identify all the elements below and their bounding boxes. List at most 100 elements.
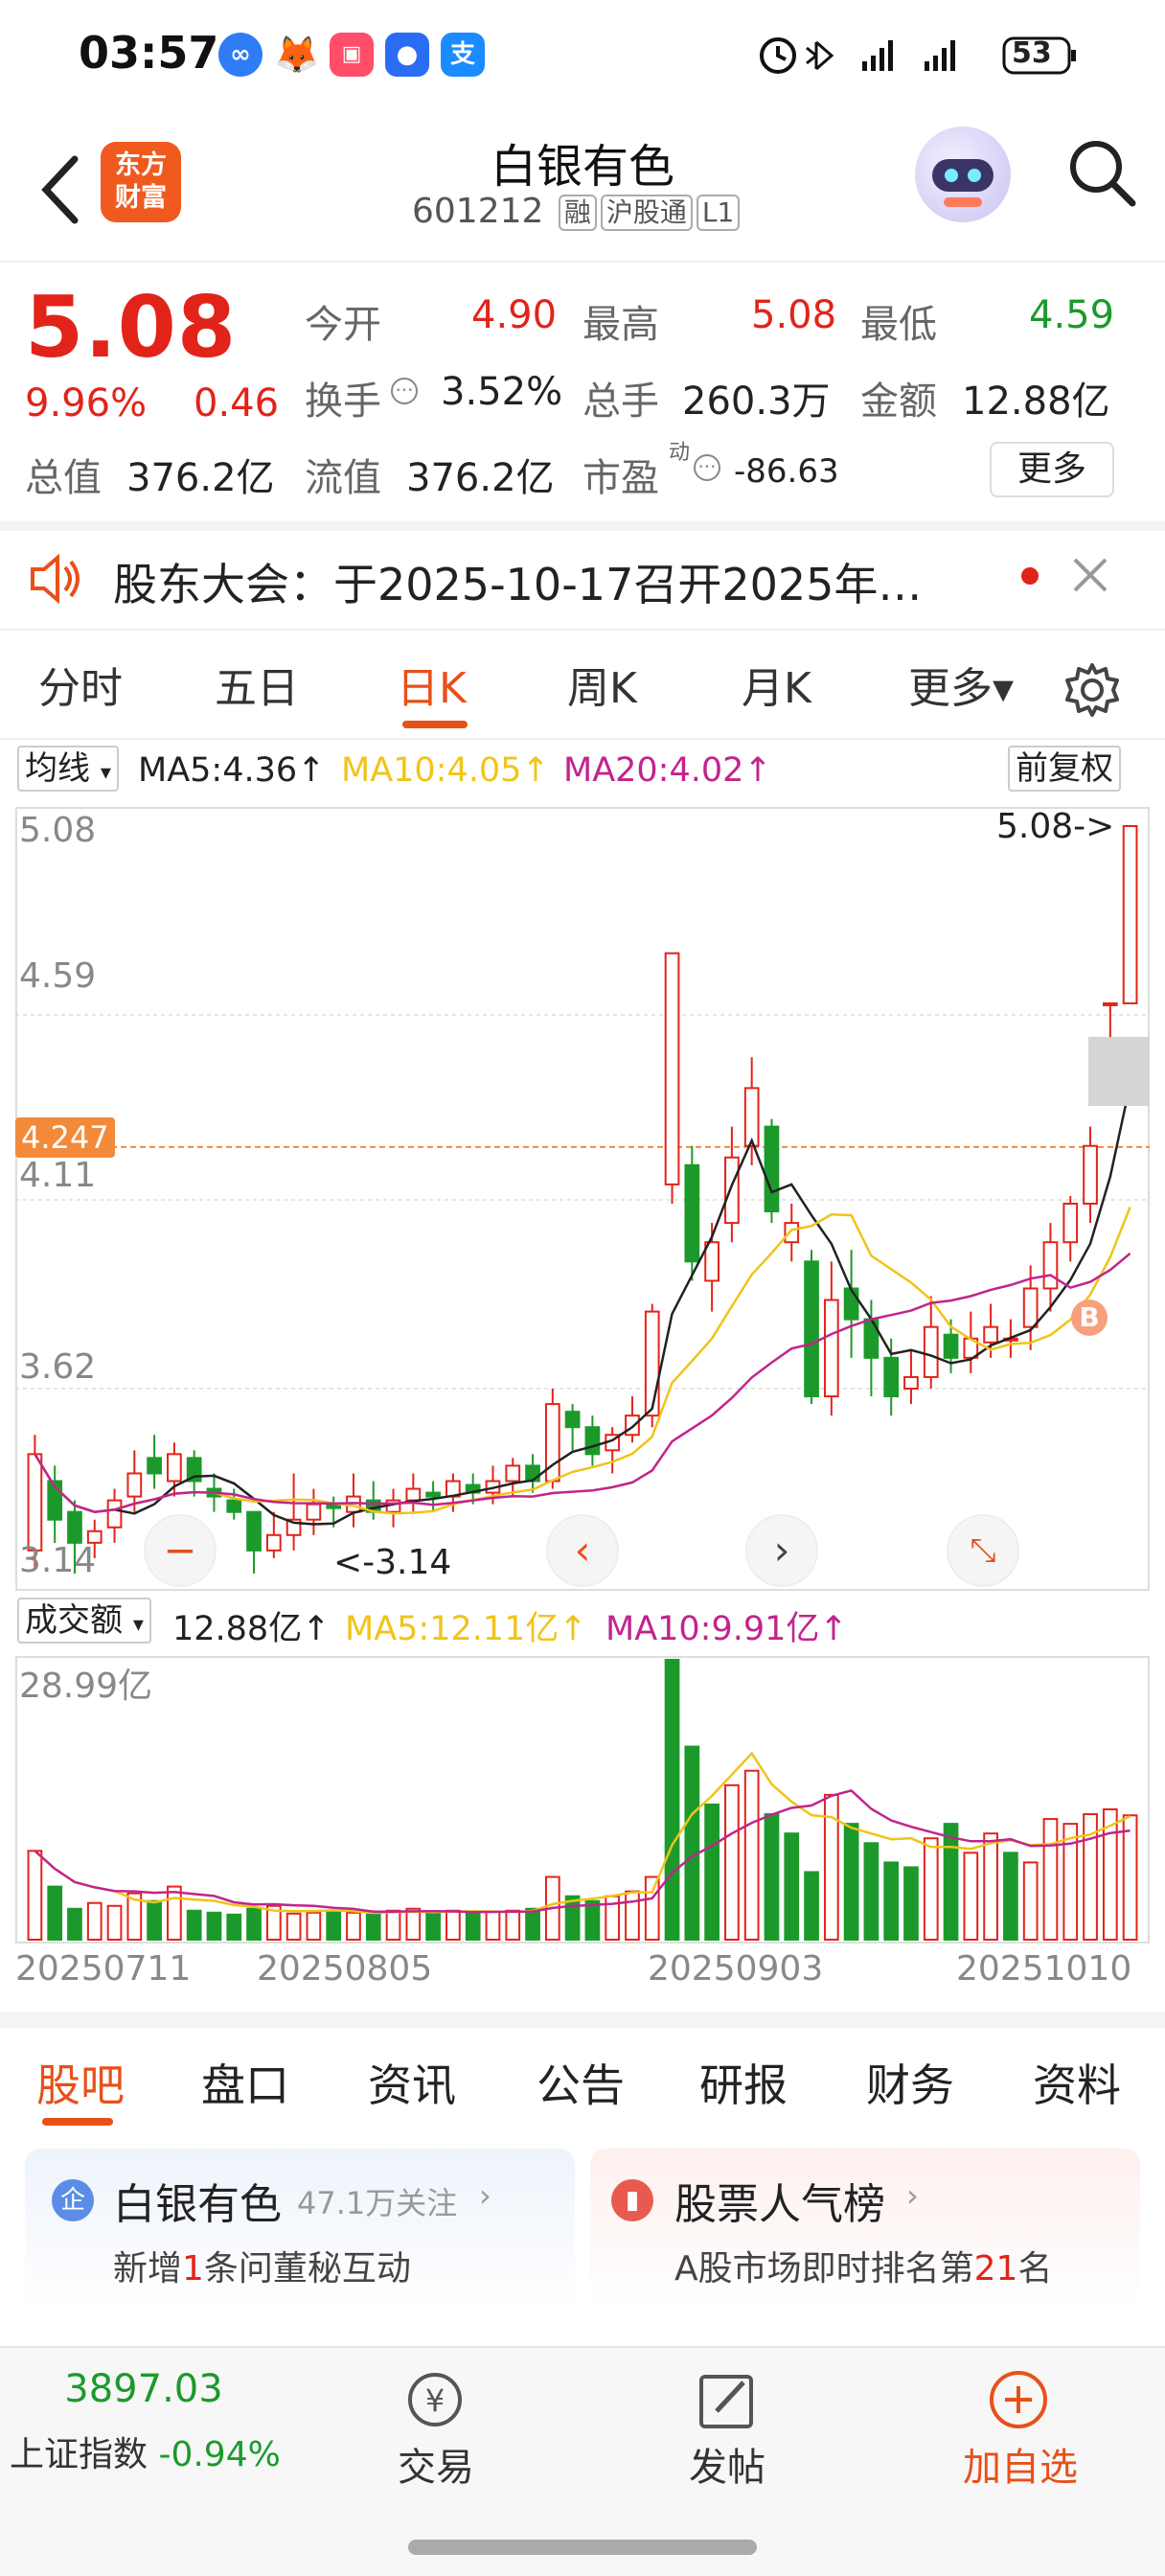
follow-count: 47.1万关注 [297, 2185, 458, 2221]
volume-bar [86, 1901, 103, 1941]
post-edit-icon[interactable] [692, 2369, 761, 2430]
home-indicator[interactable] [408, 2540, 757, 2555]
card-stock-name: 白银有色 [113, 2180, 282, 2229]
volume-bar [983, 1832, 998, 1941]
zoom-out-button[interactable]: − [144, 1514, 217, 1587]
tab-announcements[interactable]: 公告 [537, 2051, 625, 2114]
info-icon[interactable]: ··· [694, 454, 720, 481]
float-label: 流值 [305, 456, 381, 500]
index-line[interactable]: 上证指数 -0.94% [10, 2426, 281, 2476]
add-plus-icon[interactable] [985, 2369, 1052, 2430]
tab-pankou[interactable]: 盘口 [201, 2051, 289, 2114]
battery-level: 53 [1012, 36, 1052, 70]
bottom-tab-indicator [42, 2118, 113, 2126]
candle [564, 1411, 581, 1429]
tab-news[interactable]: 资讯 [368, 2051, 456, 2114]
volume-max-label: 28.99亿 [19, 1667, 153, 1706]
gear-icon[interactable] [1063, 661, 1121, 719]
volume-bar [186, 1909, 202, 1941]
tab-more[interactable]: 更多▾ [908, 654, 1014, 715]
volume-indicator-select[interactable]: 成交额 ▾ [17, 1598, 151, 1644]
candle [1062, 1203, 1079, 1244]
trade-button[interactable]: 交易 [364, 2436, 508, 2492]
volume-bar [465, 1911, 481, 1942]
more-button[interactable]: 更多 [990, 442, 1114, 497]
volume-label: 总手 [582, 380, 659, 424]
post-button[interactable]: 发帖 [655, 2436, 799, 2492]
search-icon[interactable] [1063, 134, 1140, 211]
tab-research[interactable]: 研报 [699, 2051, 788, 2114]
trade-icon[interactable]: ¥ [400, 2369, 469, 2430]
pe-label: 市盈 [582, 456, 659, 500]
tab-five-day[interactable]: 五日 [215, 654, 299, 715]
date-axis: 20250711 20250805 20250903 20251010 [0, 1949, 1165, 1997]
volume-bar [584, 1899, 601, 1942]
buy-marker[interactable]: B [1071, 1300, 1108, 1336]
guba-card[interactable]: 企 白银有色 47.1万关注 › 新增1条问董秘互动 [25, 2149, 575, 2312]
tab-daily-k[interactable]: 日K [397, 654, 467, 715]
candle [804, 1260, 819, 1398]
close-icon[interactable] [1069, 554, 1111, 596]
card-left-desc: 新增1条问董秘互动 [113, 2249, 411, 2288]
volume-bar [326, 1909, 342, 1941]
y-label-2: 4.59 [19, 956, 97, 996]
volume-bar [425, 1912, 441, 1941]
adjust-select[interactable]: 前复权 [1008, 746, 1121, 792]
speaker-icon [31, 553, 80, 605]
popularity-card[interactable]: ▮ 股票人气榜 › A股市场即时排名第21名 [590, 2149, 1140, 2312]
candle [1042, 1241, 1059, 1290]
tab-guba[interactable]: 股吧 [36, 2051, 125, 2114]
current-price-tag: 4.247 [15, 1117, 115, 1158]
scroll-right-button[interactable]: › [745, 1514, 818, 1587]
tab-weekly-k[interactable]: 周K [567, 654, 637, 715]
kline-legend: 均线 ▾ MA5:4.36↑ MA10:4.05↑ MA20:4.02↑ 前复权 [0, 746, 1165, 794]
mascot-notification-icon: 🦊 [274, 34, 320, 76]
volume-bar [923, 1837, 939, 1941]
high-label: 最高 [582, 303, 659, 347]
index-value[interactable]: 3897.03 [0, 2367, 287, 2411]
tab-monthly-k[interactable]: 月K [742, 654, 811, 715]
candle [226, 1499, 242, 1513]
indicator-select[interactable]: 均线 ▾ [17, 746, 119, 792]
open-value: 4.90 [471, 293, 558, 337]
volume-bar [764, 1813, 780, 1941]
info-icon[interactable]: ··· [391, 378, 418, 404]
notice-bar[interactable]: 股东大会：于2025-10-17召开2025年… [0, 527, 1165, 629]
volume-bar [1042, 1818, 1059, 1941]
candle [167, 1453, 182, 1483]
last-price: 5.08 [25, 278, 238, 377]
y-label-max: 5.08 [19, 811, 97, 850]
candle [664, 952, 680, 1185]
tab-profile[interactable]: 资料 [1033, 2051, 1121, 2114]
volume-bar [405, 1907, 422, 1941]
assistant-robot-icon[interactable] [915, 126, 1011, 222]
candle [625, 1414, 640, 1437]
tab-intraday[interactable]: 分时 [38, 654, 123, 715]
volume-ma10: MA10:9.91亿↑ [605, 1610, 848, 1648]
volume-bar [843, 1823, 859, 1941]
candle [1122, 825, 1138, 1004]
volume-bar [1022, 1861, 1039, 1941]
popularity-title: 股票人气榜 [674, 2180, 885, 2229]
candle [1102, 1001, 1118, 1006]
unread-dot [1021, 567, 1039, 585]
volume-bar [625, 1890, 640, 1941]
candle [425, 1491, 441, 1498]
chevron-right-icon: › [479, 2177, 491, 2214]
add-watchlist-button[interactable]: 加自选 [939, 2436, 1102, 2492]
collapse-icon[interactable]: ⤡ [947, 1514, 1019, 1587]
candle [505, 1464, 521, 1483]
high-marker: 5.08-> [996, 807, 1115, 846]
info-tabs: 股吧 盘口 资讯 公告 研报 财务 资料 [0, 2030, 1165, 2133]
volume-chart[interactable] [15, 1656, 1150, 1944]
kline-chart[interactable] [15, 807, 1150, 1591]
volume-bar [306, 1911, 322, 1942]
stock-code: 601212 [412, 192, 544, 231]
volume-bar [445, 1909, 461, 1941]
scroll-left-button[interactable]: ‹ [546, 1514, 619, 1587]
candle [584, 1426, 601, 1456]
margin-tag: 融 [558, 195, 597, 231]
tab-finance[interactable]: 财务 [866, 2051, 954, 2114]
candle [903, 1375, 919, 1391]
company-icon: 企 [52, 2179, 94, 2221]
